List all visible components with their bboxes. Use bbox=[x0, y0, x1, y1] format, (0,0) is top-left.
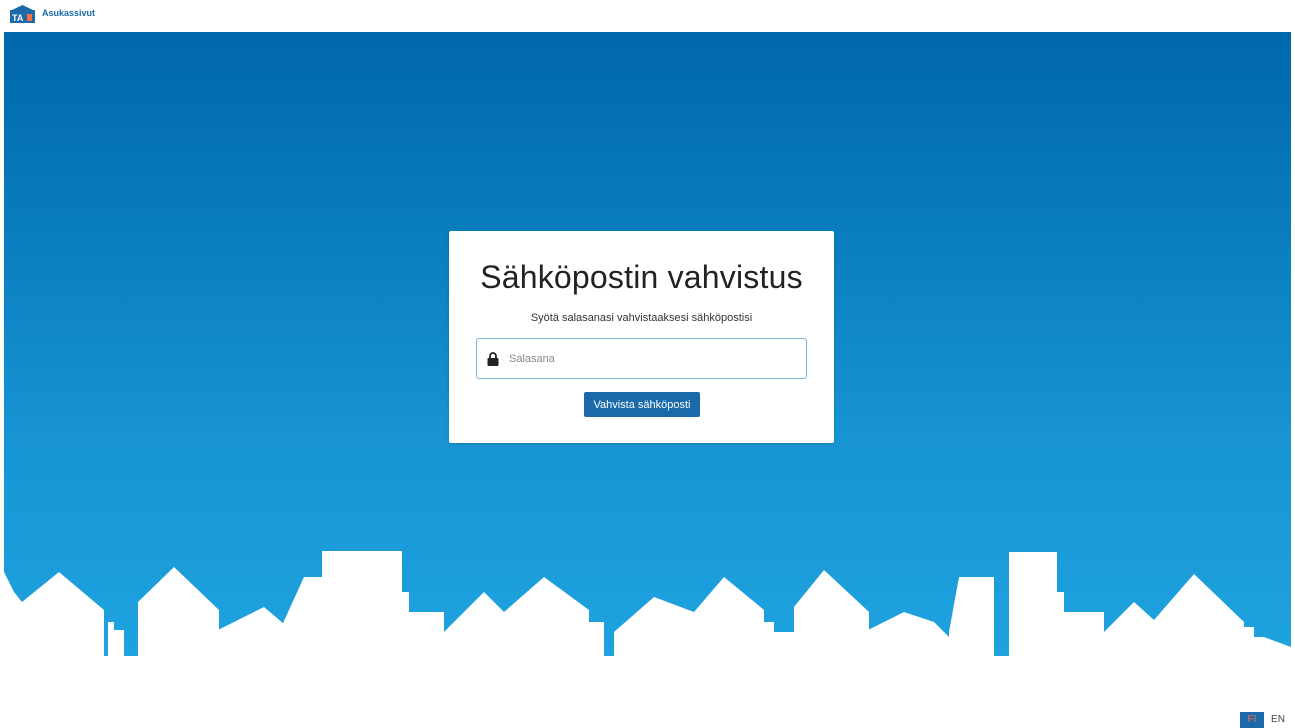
lock-icon bbox=[487, 352, 499, 366]
language-en-button[interactable]: EN bbox=[1268, 712, 1288, 728]
brand-name[interactable]: Asukassivut bbox=[42, 8, 95, 18]
page-title: Sähköpostin vahvistus bbox=[480, 259, 803, 295]
logo[interactable]: TA bbox=[10, 5, 35, 23]
instruction-text: Syötä salasanasi vahvistaaksesi sähköpos… bbox=[530, 312, 753, 324]
language-fi-button[interactable]: FI bbox=[1240, 712, 1264, 728]
email-verification-card: Sähköpostin vahvistus Syötä salasanasi v… bbox=[449, 231, 834, 443]
confirm-email-button[interactable]: Vahvista sähköposti bbox=[584, 392, 700, 417]
top-bar: TA Asukassivut bbox=[0, 0, 1295, 32]
logo-text: TA bbox=[12, 13, 24, 23]
password-input[interactable] bbox=[509, 347, 799, 371]
password-field[interactable] bbox=[476, 338, 807, 379]
